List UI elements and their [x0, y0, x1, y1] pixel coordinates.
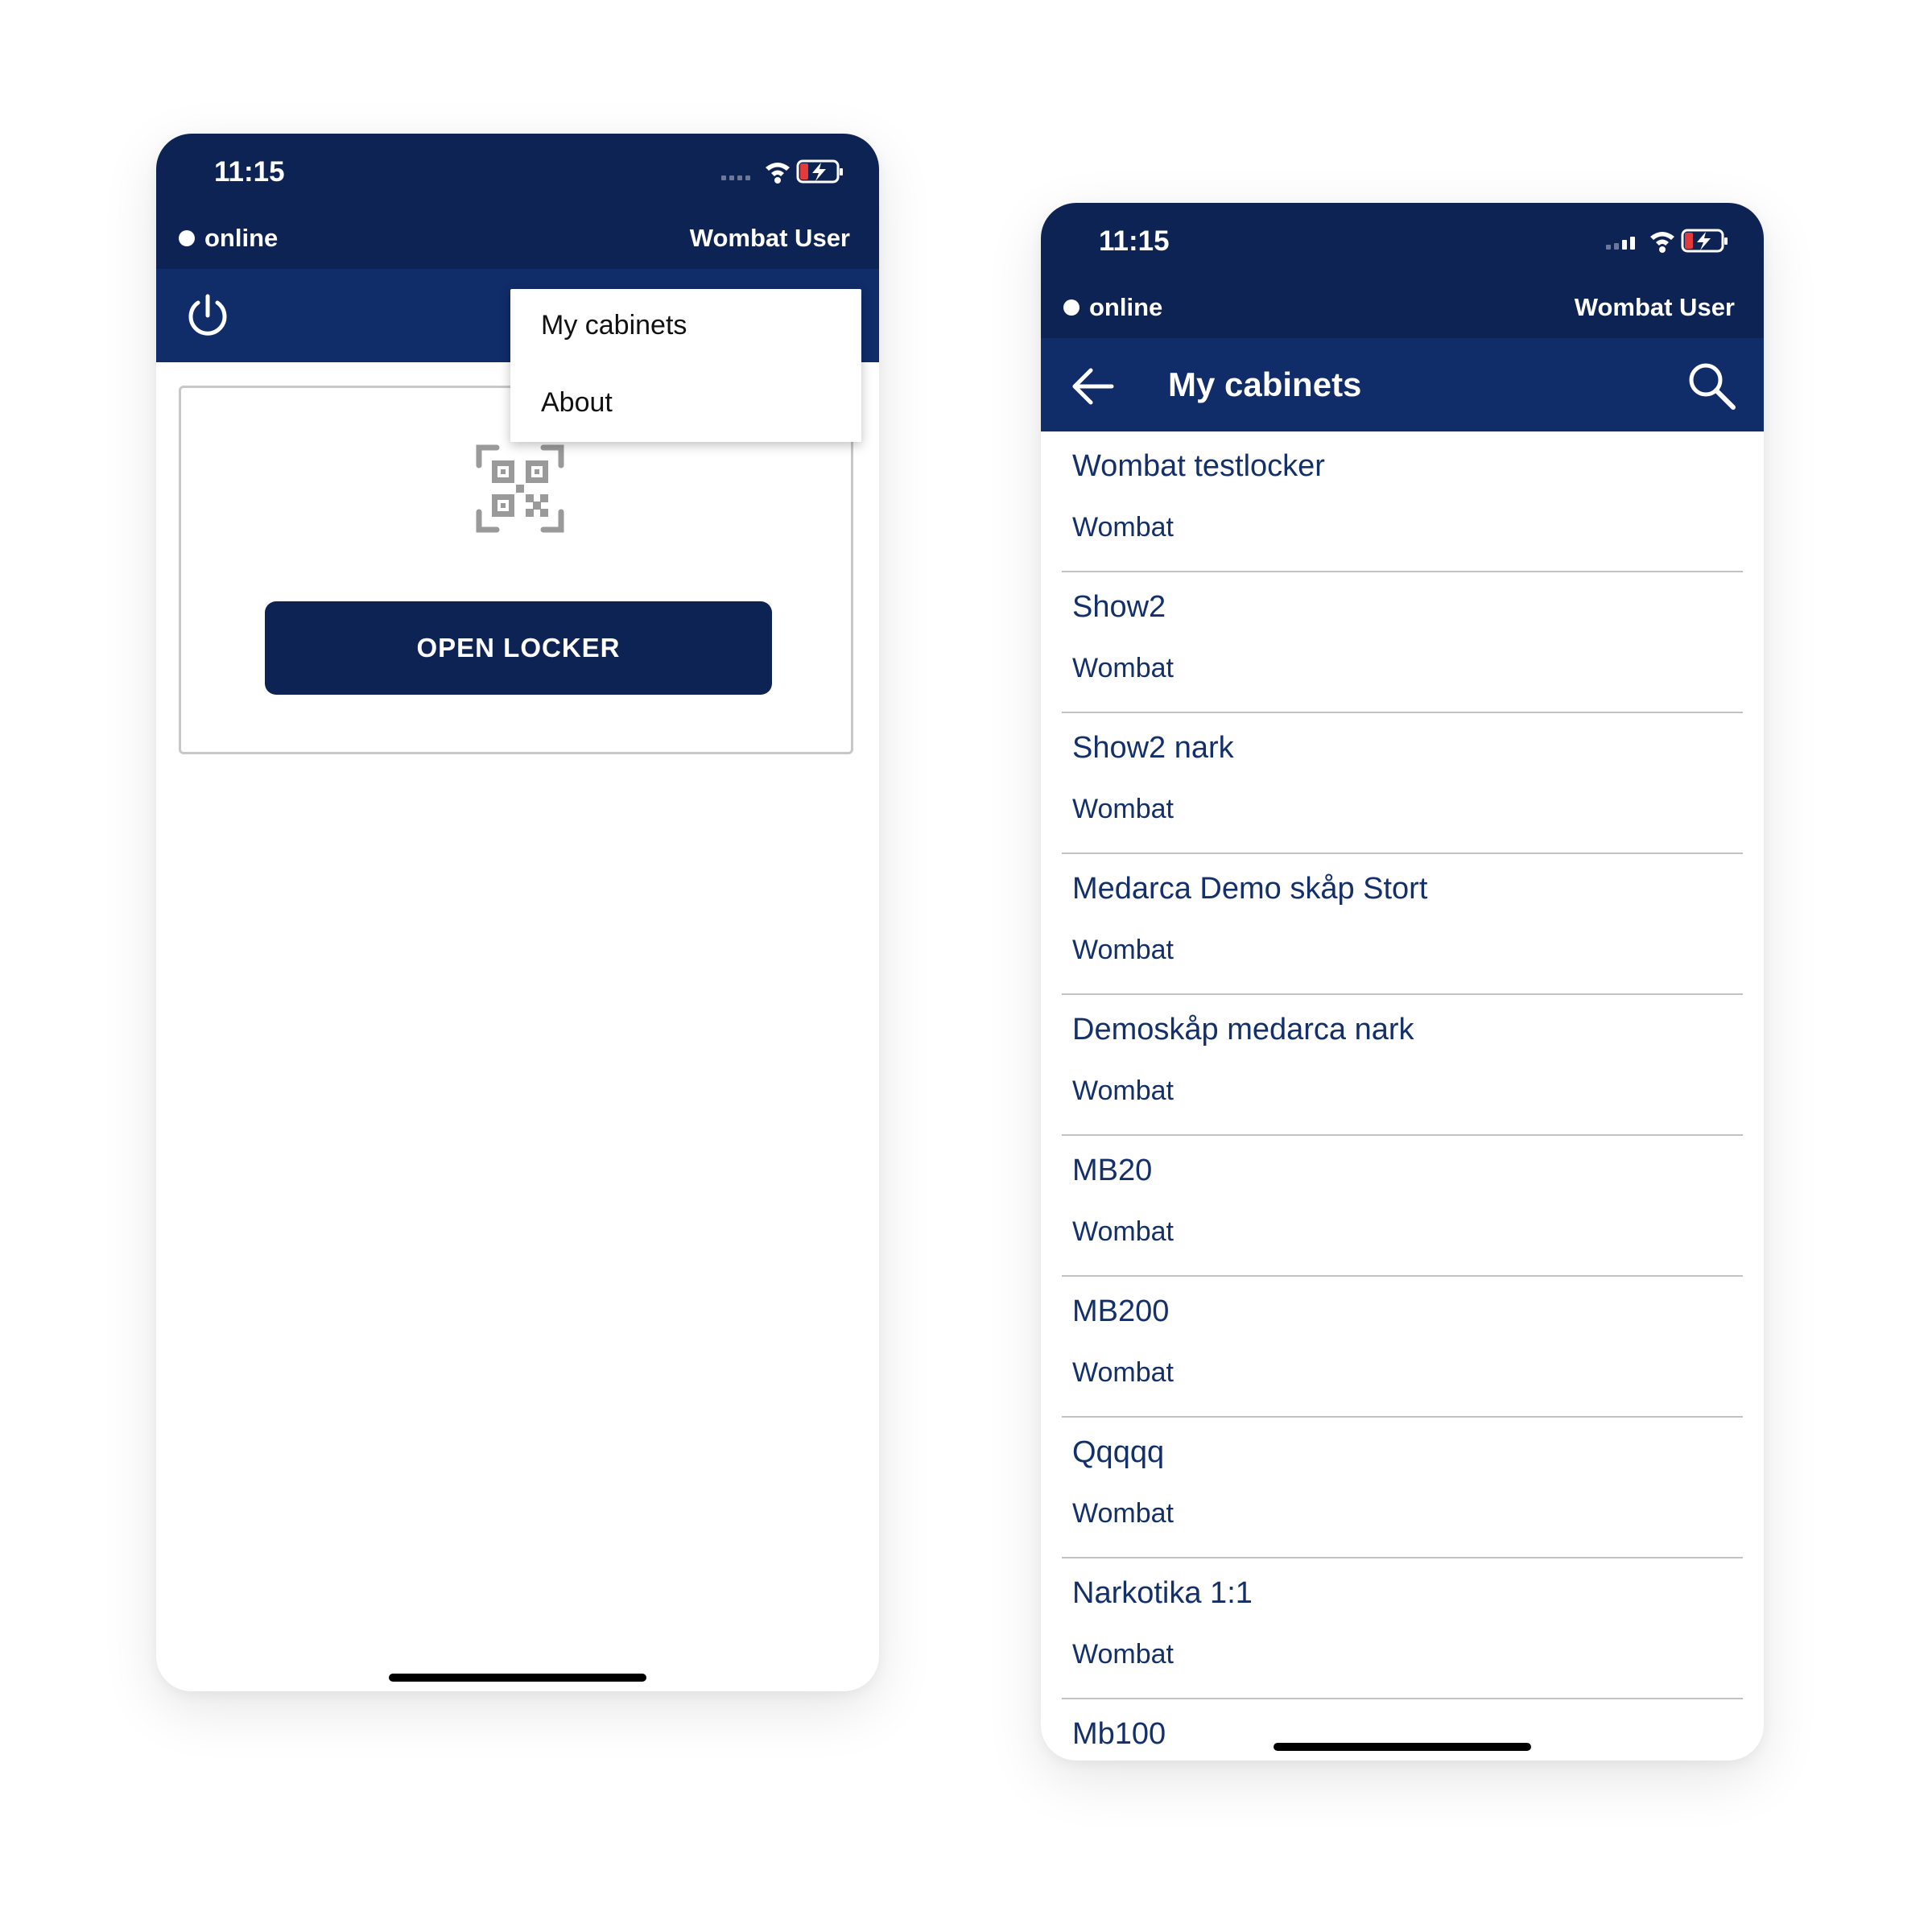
wifi-icon — [1650, 232, 1674, 253]
cabinet-list-item[interactable]: Medarca Demo skåp Stort Wombat — [1041, 854, 1764, 995]
battery-charging-icon — [1681, 229, 1728, 253]
cabinet-list-item[interactable]: Demoskåp medarca nark Wombat — [1041, 995, 1764, 1136]
status-time: 11:15 — [214, 156, 285, 188]
menu-item-my-cabinets[interactable]: My cabinets — [541, 310, 687, 341]
cabinet-name: Narkotika 1:1 — [1072, 1576, 1253, 1610]
overflow-menu: My cabinets About — [510, 289, 861, 442]
cabinet-name: Show2 — [1072, 590, 1166, 624]
system-icons — [721, 158, 850, 187]
signal-icon — [1606, 237, 1635, 250]
cabinet-name: Wombat testlocker — [1072, 449, 1325, 483]
right-phone-screen: 11:15 online Wombat User My cabinets Wom… — [1041, 203, 1764, 1761]
online-dot-icon — [1063, 299, 1080, 316]
qr-code-icon[interactable] — [476, 444, 564, 533]
cabinet-list-item[interactable]: Show2 nark Wombat — [1041, 713, 1764, 854]
cabinet-list-item[interactable]: Show2 Wombat — [1041, 572, 1764, 713]
cabinet-list-item[interactable]: MB200 Wombat — [1041, 1277, 1764, 1418]
connection-label: online — [1089, 293, 1163, 321]
open-locker-button[interactable]: OPEN LOCKER — [265, 601, 772, 695]
cabinet-list: Wombat testlocker Wombat Show2 Wombat Sh… — [1041, 431, 1764, 1761]
system-icons — [1606, 227, 1735, 256]
cabinet-org: Wombat — [1072, 1357, 1174, 1388]
status-bar: 11:15 online Wombat User — [156, 134, 879, 269]
connection-status: online — [1063, 293, 1162, 322]
user-name: Wombat User — [1574, 293, 1735, 321]
online-dot-icon — [179, 230, 195, 246]
cabinet-org: Wombat — [1072, 1498, 1174, 1529]
signal-icon — [721, 175, 750, 180]
cabinet-list-item[interactable]: MB20 Wombat — [1041, 1136, 1764, 1277]
left-phone-screen: 11:15 online Wombat User My cabinets Abo… — [156, 134, 879, 1691]
page-title: My cabinets — [1168, 365, 1362, 403]
cabinet-org: Wombat — [1072, 512, 1174, 543]
app-toolbar: My cabinets — [1041, 338, 1764, 431]
cabinet-org: Wombat — [1072, 935, 1174, 965]
cabinet-org: Wombat — [1072, 794, 1174, 824]
cabinet-org: Wombat — [1072, 653, 1174, 683]
cabinet-org: Wombat — [1072, 1216, 1174, 1247]
home-indicator[interactable] — [389, 1674, 646, 1682]
cabinet-name: Qqqqq — [1072, 1435, 1165, 1469]
connection-status: online — [179, 224, 278, 253]
cabinet-list-item[interactable]: Qqqqq Wombat — [1041, 1418, 1764, 1558]
home-indicator[interactable] — [1274, 1743, 1531, 1751]
status-bar: 11:15 online Wombat User — [1041, 203, 1764, 338]
battery-charging-icon — [796, 159, 843, 184]
power-icon[interactable] — [184, 291, 232, 340]
user-name: Wombat User — [689, 224, 850, 252]
back-arrow-icon[interactable] — [1070, 364, 1115, 409]
cabinet-list-item[interactable]: Mb100 — [1041, 1699, 1764, 1761]
wifi-icon — [766, 163, 790, 184]
cabinet-name: MB200 — [1072, 1294, 1170, 1328]
status-time: 11:15 — [1099, 225, 1170, 257]
menu-item-about[interactable]: About — [541, 387, 613, 419]
search-icon[interactable] — [1686, 361, 1736, 411]
cabinet-list-item[interactable]: Narkotika 1:1 Wombat — [1041, 1558, 1764, 1699]
cabinet-name: MB20 — [1072, 1154, 1153, 1187]
cabinet-name: Mb100 — [1072, 1717, 1166, 1751]
connection-label: online — [204, 224, 279, 252]
cabinet-org: Wombat — [1072, 1639, 1174, 1670]
cabinet-name: Show2 nark — [1072, 731, 1234, 765]
cabinet-name: Medarca Demo skåp Stort — [1072, 872, 1428, 906]
cabinet-list-item[interactable]: Wombat testlocker Wombat — [1041, 431, 1764, 572]
cabinet-name: Demoskåp medarca nark — [1072, 1013, 1414, 1046]
cabinet-org: Wombat — [1072, 1075, 1174, 1106]
